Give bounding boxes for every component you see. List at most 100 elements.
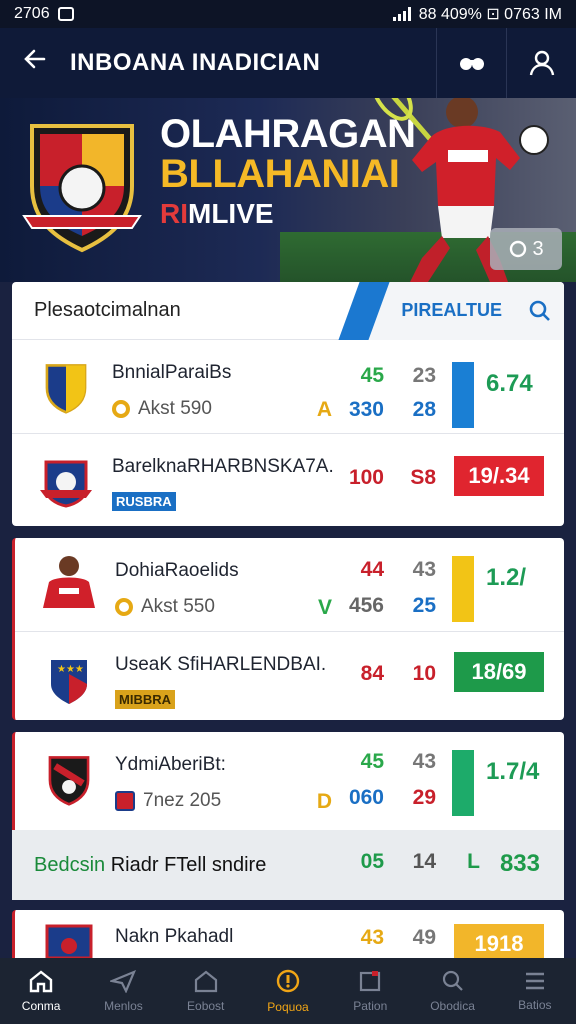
arrow-left-icon xyxy=(24,49,46,69)
nav-eobost[interactable]: Eobost xyxy=(165,958,247,1024)
match-row[interactable]: Nakn Pkahadl 43 49 1918 xyxy=(15,910,564,958)
app-header: INBOANA INADICIAN xyxy=(0,28,576,98)
calendar-icon xyxy=(360,971,381,992)
viewer-count-badge[interactable]: 3 xyxy=(490,228,562,270)
summary-label-text: Riadr FTell sndire xyxy=(110,853,267,876)
team-shield-icon xyxy=(45,924,93,958)
match-card-2: DohiaRaoelids Akst 550 V 44 43 456 25 1.… xyxy=(12,538,564,720)
odds-value[interactable]: 1.2/ xyxy=(486,558,546,598)
stat-a1: 44 xyxy=(360,558,384,581)
match-row[interactable]: DohiaRaoelids Akst 550 V 44 43 456 25 1.… xyxy=(15,538,564,632)
summary-label-green: Bedcsin xyxy=(34,853,106,876)
back-button[interactable] xyxy=(0,46,70,80)
stat-b1: 43 xyxy=(412,750,436,773)
league-tag: RUSBRA xyxy=(112,492,176,511)
card-header: Plesaotcimalnan PIREALTUE xyxy=(12,282,564,340)
nav-label: Menlos xyxy=(104,999,143,1013)
player-subtext: Akst 550 xyxy=(115,596,215,618)
indicator-bar xyxy=(452,362,474,428)
player-name: DohiaRaoelids xyxy=(115,560,239,581)
banner-live-white: MLIVE xyxy=(188,198,274,229)
summary-v4: 833 xyxy=(499,850,540,877)
odds-box[interactable]: 1918 xyxy=(454,924,544,958)
compass-icon xyxy=(276,969,300,993)
summary-row[interactable]: Bedcsin Riadr FTell sndire 05 14 L 833 xyxy=(12,830,564,900)
team-shield-icon: ★★★ xyxy=(51,660,87,704)
nav-label: Eobost xyxy=(187,999,225,1013)
player-avatar xyxy=(43,556,95,608)
status-letter: V xyxy=(317,596,332,619)
team-shield-icon xyxy=(48,756,90,806)
match-row[interactable]: BnnialParaiBs Akst 590 A 45 23 330 28 6.… xyxy=(12,340,564,434)
stat-a2: 456 xyxy=(348,594,384,617)
stat-a1: 45 xyxy=(360,750,384,773)
search-icon xyxy=(442,970,463,991)
summary-v3: L xyxy=(467,850,480,873)
binoculars-button[interactable] xyxy=(436,28,506,98)
stat-b2: 28 xyxy=(412,398,436,421)
nav-batios[interactable]: Batios xyxy=(494,958,576,1024)
stat-c1: 84 xyxy=(360,662,384,685)
team-subtext: 7nez 205 xyxy=(115,790,221,812)
team-name: YdmiAberiBt: xyxy=(115,754,226,775)
club-crest-icon xyxy=(22,124,142,253)
odds-value[interactable]: 1.7/4 xyxy=(486,752,546,792)
eye-icon xyxy=(510,240,527,258)
odds-box[interactable]: 19/.34 xyxy=(454,456,544,496)
menu-icon xyxy=(525,972,544,990)
tab-prealtue[interactable]: PIREALTUE xyxy=(365,282,564,340)
stat-b2: 29 xyxy=(412,786,436,809)
status-info: 88 409% ⊡ 0763 IM xyxy=(418,6,562,23)
team-name: Nakn Pkahadl xyxy=(115,926,234,947)
odds-value[interactable]: 6.74 xyxy=(486,364,546,404)
match-row[interactable]: BarelknaRHARBNSKA7A. RUSBRA 100 S8 19/.3… xyxy=(12,434,564,520)
binoculars-icon xyxy=(459,58,484,70)
hero-banner[interactable]: OLAHRAGAN BLLAHANIAI RIMLIVE 3 xyxy=(0,98,576,282)
nav-label: Batios xyxy=(518,998,552,1012)
page-title: INBOANA INADICIAN xyxy=(70,49,321,76)
summary-v1: 05 xyxy=(360,850,384,873)
search-button[interactable] xyxy=(516,300,564,322)
status-letter: D xyxy=(316,790,332,813)
nav-home[interactable]: Conma xyxy=(0,958,82,1024)
nav-poquoa[interactable]: Poquoa xyxy=(247,958,329,1024)
team-tag: RUSBRA xyxy=(112,492,176,511)
team-tag: MIBBRA xyxy=(115,690,175,709)
match-row[interactable]: YdmiAberiBt: 7nez 205 D 45 43 060 29 1.7… xyxy=(15,732,564,826)
summary-label: Bedcsin Riadr FTell sndire xyxy=(12,854,266,877)
banner-title-line3: RIMLIVE xyxy=(160,198,274,230)
match-row[interactable]: ★★★ UseaK SfiHARLENDBAI. MIBBRA 84 10 18… xyxy=(15,632,564,718)
nav-label: Conma xyxy=(21,999,61,1013)
ring-icon xyxy=(115,598,133,616)
team-badge-icon xyxy=(40,460,92,508)
team-name: BarelknaRHARBNSKA7A. xyxy=(112,456,334,477)
profile-button[interactable] xyxy=(506,28,576,98)
status-time: 2706 xyxy=(14,5,50,22)
paper-plane-icon xyxy=(110,969,137,993)
sub-value: 7nez 205 xyxy=(143,790,222,811)
summary-v2: 14 xyxy=(412,850,436,873)
odds-box[interactable]: 18/69 xyxy=(454,652,544,692)
status-bar: 2706 88 409% ⊡ 0763 IM xyxy=(0,0,576,28)
nav-pation[interactable]: Pation xyxy=(329,958,411,1024)
bottom-nav: Conma Menlos Eobost Poquoa Pation Obodic… xyxy=(0,958,576,1024)
team-subtext: Akst 590 xyxy=(112,398,212,420)
home-icon xyxy=(29,970,53,993)
nav-label: Pation xyxy=(353,999,388,1013)
sub-value: Akst 590 xyxy=(138,398,212,419)
stat-b1: 23 xyxy=(412,364,436,387)
user-icon xyxy=(529,50,554,76)
nav-obodica[interactable]: Obodica xyxy=(411,958,493,1024)
stat-b1: 43 xyxy=(412,558,436,581)
nav-menlos[interactable]: Menlos xyxy=(82,958,164,1024)
viewer-count: 3 xyxy=(532,237,544,260)
status-letter: A xyxy=(316,398,332,421)
svg-text:★★★: ★★★ xyxy=(57,664,84,675)
team-shield-icon xyxy=(45,364,87,414)
match-card-4: Nakn Pkahadl 43 49 1918 xyxy=(12,910,564,958)
match-card-1: Plesaotcimalnan PIREALTUE BnnialParaiBs … xyxy=(12,282,564,526)
indicator-bar xyxy=(452,750,474,816)
signal-icon xyxy=(392,7,411,21)
stat-c2: 10 xyxy=(412,662,436,685)
nav-label: Obodica xyxy=(430,999,475,1013)
